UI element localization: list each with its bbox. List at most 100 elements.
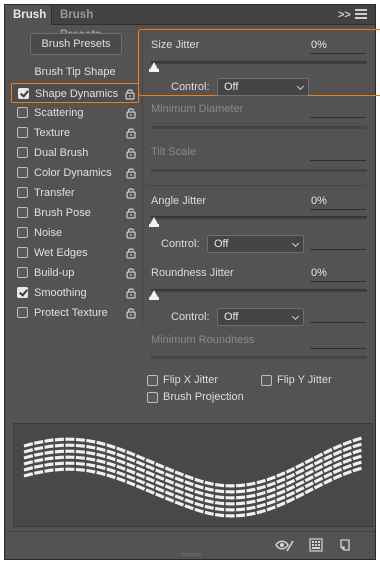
lock-icon[interactable] [124, 88, 136, 100]
option-label[interactable]: Smoothing [34, 286, 87, 300]
roundness-control-underline [310, 322, 366, 323]
size-jitter-value[interactable]: 0% [311, 38, 327, 52]
collapse-double-chevron-icon[interactable]: >> [338, 7, 351, 23]
lock-icon[interactable] [125, 127, 137, 139]
size-jitter-label: Size Jitter [151, 39, 200, 51]
option-checkbox[interactable] [17, 247, 28, 258]
stroke-line [23, 454, 363, 506]
lock-icon[interactable] [125, 207, 137, 219]
tab-brush[interactable]: Brush [5, 5, 51, 26]
lock-icon[interactable] [125, 267, 137, 279]
tab-brush-presets[interactable]: Brush Presets [51, 5, 139, 41]
option-checkbox[interactable] [17, 147, 28, 158]
size-jitter-slider-thumb[interactable] [149, 62, 159, 72]
option-checkbox[interactable] [17, 107, 28, 118]
minimum-diameter-slider [151, 126, 367, 129]
stroke-line [23, 460, 363, 512]
eye-brush-icon[interactable] [275, 538, 295, 555]
brush-option-item[interactable]: Smoothing [11, 283, 139, 303]
brush-option-item[interactable]: Protect Texture [11, 303, 139, 323]
minimum-roundness-label: Minimum Roundness [151, 334, 255, 346]
brush-option-item[interactable]: Build-up [11, 263, 139, 283]
roundness-control-value: Off [224, 311, 239, 323]
lock-icon[interactable] [125, 307, 137, 319]
option-checkbox[interactable] [17, 227, 28, 238]
flip-x-jitter-checkbox[interactable] [147, 375, 158, 386]
lock-icon[interactable] [125, 107, 137, 119]
option-label[interactable]: Wet Edges [34, 246, 88, 260]
brush-option-item[interactable]: Wet Edges [11, 243, 139, 263]
brush-option-item[interactable]: Noise [11, 223, 139, 243]
roundness-jitter-value-underline [310, 281, 366, 282]
size-jitter-slider[interactable] [151, 61, 367, 64]
option-label[interactable]: Dual Brush [34, 146, 88, 160]
flip-y-jitter-label: Flip Y Jitter [277, 374, 332, 386]
grid-icon[interactable] [309, 538, 323, 555]
option-label[interactable]: Transfer [34, 186, 75, 200]
option-checkbox[interactable] [17, 207, 28, 218]
lock-icon[interactable] [125, 287, 137, 299]
lock-icon[interactable] [125, 227, 137, 239]
brush-panel: Brush Brush Presets >> Brush Presets Bru… [4, 4, 380, 560]
section-divider [145, 185, 367, 186]
brush-option-item[interactable]: Scattering [11, 103, 139, 123]
angle-jitter-value-underline [310, 209, 366, 210]
stroke-preview-graphic [23, 436, 363, 518]
size-control-select[interactable]: Off [217, 78, 309, 96]
brush-option-item[interactable]: Dual Brush [11, 143, 139, 163]
option-label[interactable]: Protect Texture [34, 306, 108, 320]
angle-control-select[interactable]: Off [207, 235, 304, 253]
roundness-control-label: Control: [171, 311, 210, 323]
roundness-control-select[interactable]: Off [217, 308, 304, 326]
option-checkbox[interactable] [17, 287, 28, 298]
tilt-scale-slider [151, 169, 367, 172]
roundness-jitter-label: Roundness Jitter [151, 267, 234, 279]
option-label[interactable]: Color Dynamics [34, 166, 112, 180]
lock-icon[interactable] [125, 247, 137, 259]
brush-tip-shape-item[interactable]: Brush Tip Shape [11, 64, 139, 80]
new-preset-icon[interactable] [338, 538, 352, 555]
lock-icon[interactable] [125, 187, 137, 199]
brush-projection-checkbox[interactable] [147, 392, 158, 403]
size-control-value: Off [224, 81, 239, 93]
angle-jitter-slider[interactable] [151, 216, 367, 219]
chevron-down-icon [296, 82, 305, 91]
angle-jitter-label: Angle Jitter [151, 195, 207, 207]
brush-option-item[interactable]: Shape Dynamics [11, 83, 139, 103]
lock-icon[interactable] [125, 167, 137, 179]
minimum-diameter-value-underline [310, 117, 366, 118]
angle-jitter-value[interactable]: 0% [311, 194, 327, 208]
panel-menu-icon[interactable] [355, 7, 367, 20]
option-label[interactable]: Brush Pose [34, 206, 91, 220]
option-label[interactable]: Texture [34, 126, 70, 140]
option-checkbox[interactable] [18, 88, 29, 99]
brush-option-item[interactable]: Texture [11, 123, 139, 143]
tab-bar: Brush Brush Presets >> [5, 5, 375, 41]
roundness-jitter-value[interactable]: 0% [311, 266, 327, 280]
brush-option-item[interactable]: Color Dynamics [11, 163, 139, 183]
option-checkbox[interactable] [17, 267, 28, 278]
stroke-line [23, 466, 363, 518]
angle-jitter-slider-thumb[interactable] [149, 217, 159, 227]
option-label[interactable]: Shape Dynamics [35, 87, 118, 101]
minimum-roundness-slider [151, 356, 367, 359]
size-jitter-value-underline [310, 53, 366, 54]
option-label[interactable]: Noise [34, 226, 62, 240]
resize-grip[interactable] [181, 553, 201, 556]
lock-icon[interactable] [125, 147, 137, 159]
tilt-scale-value-underline [310, 160, 366, 161]
option-checkbox[interactable] [17, 307, 28, 318]
option-checkbox[interactable] [17, 167, 28, 178]
brush-stroke-preview [13, 423, 373, 527]
option-label[interactable]: Build-up [34, 266, 74, 280]
roundness-jitter-slider-thumb[interactable] [149, 290, 159, 300]
flip-y-jitter-checkbox[interactable] [261, 375, 272, 386]
option-checkbox[interactable] [17, 127, 28, 138]
brush-option-item[interactable]: Brush Pose [11, 203, 139, 223]
roundness-jitter-slider[interactable] [151, 289, 367, 292]
angle-control-label: Control: [161, 238, 200, 250]
option-checkbox[interactable] [17, 187, 28, 198]
brush-presets-button[interactable]: Brush Presets [30, 33, 122, 55]
brush-option-item[interactable]: Transfer [11, 183, 139, 203]
option-label[interactable]: Scattering [34, 106, 84, 120]
